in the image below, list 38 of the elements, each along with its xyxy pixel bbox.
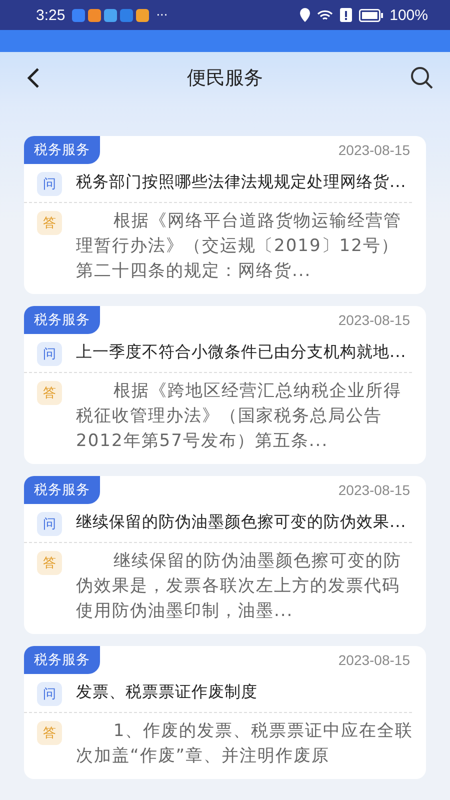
answer-text: 根据《网络平台道路货物运输经营管理暂行办法》（交运规〔2019〕12号）第二十四条的规定：网络货... xyxy=(76,210,402,283)
question-text: 税务部门按照哪些法律法规规定处理网络货... xyxy=(76,171,406,193)
question-mark: 问 xyxy=(37,172,62,196)
post-date: 2023-08-15 xyxy=(338,312,411,328)
wifi-icon xyxy=(316,8,333,22)
page-title: 便民服务 xyxy=(187,66,263,91)
question-text: 上一季度不符合小微条件已由分支机构就地... xyxy=(76,341,406,363)
post-date: 2023-08-15 xyxy=(338,482,411,498)
answer-mark: 答 xyxy=(37,551,62,575)
location-icon xyxy=(300,8,310,22)
category-tag: 税务服务 xyxy=(24,136,100,164)
question-text: 发票、税票票证作废制度 xyxy=(76,681,258,703)
qa-card[interactable]: 税务服务 2023-08-15 问 继续保留的防伪油墨颜色擦可变的防伪效果... 答 继续保留的防伪油墨颜色擦可变的防伪效果是，发票各联次左上方的发票代码使用防伪油墨印制，油墨... xyxy=(24,476,426,634)
category-tag: 税务服务 xyxy=(24,646,100,674)
answer-text: 1、作废的发票、税票票证中应在全联次加盖“作废”章、并注明作废原 xyxy=(76,720,414,768)
post-date: 2023-08-15 xyxy=(338,652,411,668)
post-date: 2023-08-15 xyxy=(338,142,411,158)
qa-card[interactable]: 税务服务 2023-08-15 问 税务部门按照哪些法律法规规定处理网络货... 答 根据《网络平台道路货物运输经营管理暂行办法》（交运规〔2019〕12号）第二十四条的规定：网络货... xyxy=(24,136,426,294)
question-mark: 问 xyxy=(37,682,62,706)
qa-card[interactable]: 税务服务 2023-08-15 问 发票、税票票证作废制度 答 1、作废的发票、税票票证中应在全联次加盖“作废”章、并注明作废原 xyxy=(24,646,426,779)
answer-text: 根据《跨地区经营汇总纳税企业所得税征收管理办法》（国家税务总局公告2012年第57号发布）第五条... xyxy=(76,380,402,453)
qa-card[interactable]: 税务服务 2023-08-15 问 上一季度不符合小微条件已由分支机构就地... 答 根据《跨地区经营汇总纳税企业所得税征收管理办法》（国家税务总局公告2012年第57号发布）第五条... xyxy=(24,306,426,464)
status-time: 3:25 xyxy=(36,6,66,24)
category-tag: 税务服务 xyxy=(24,306,100,334)
battery-icon xyxy=(358,8,383,22)
search-icon[interactable] xyxy=(410,66,434,90)
more-notifications: ··· xyxy=(156,8,168,22)
question-mark: 问 xyxy=(37,342,62,366)
answer-mark: 答 xyxy=(37,211,62,235)
answer-text: 继续保留的防伪油墨颜色擦可变的防伪效果是，发票各联次左上方的发票代码使用防伪油墨印制，油墨... xyxy=(76,550,402,623)
question-mark: 问 xyxy=(37,512,62,536)
back-icon[interactable] xyxy=(26,67,40,89)
question-text: 继续保留的防伪油墨颜色擦可变的防伪效果... xyxy=(76,511,406,533)
battery-level: 100% xyxy=(390,6,428,24)
answer-mark: 答 xyxy=(37,721,62,745)
category-tag: 税务服务 xyxy=(24,476,100,504)
answer-mark: 答 xyxy=(37,381,62,405)
alert-icon xyxy=(340,8,352,22)
